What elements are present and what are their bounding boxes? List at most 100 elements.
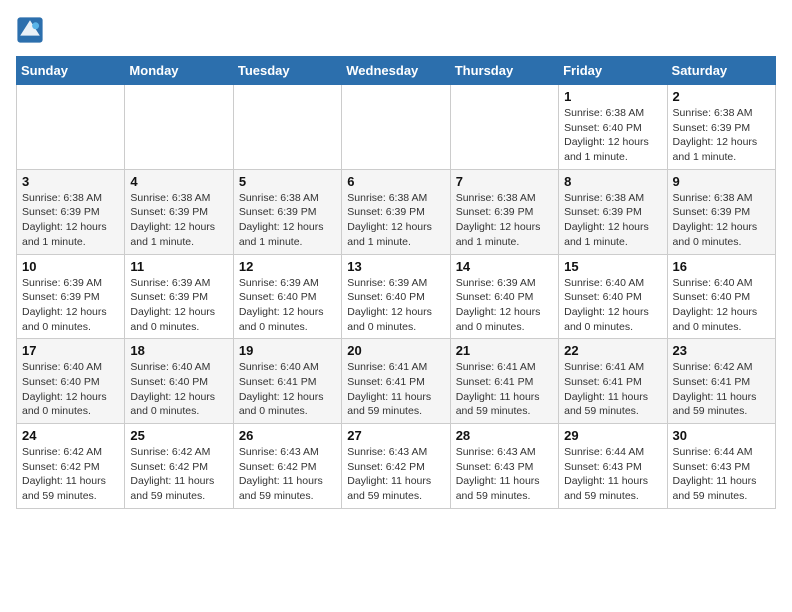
- calendar-cell: 23 Sunrise: 6:42 AM Sunset: 6:41 PM Dayli…: [667, 339, 775, 424]
- calendar-cell: 9 Sunrise: 6:38 AM Sunset: 6:39 PM Daylig…: [667, 169, 775, 254]
- day-number: 12: [239, 259, 336, 274]
- calendar-cell: 1 Sunrise: 6:38 AM Sunset: 6:40 PM Daylig…: [559, 85, 667, 170]
- calendar-cell: 27 Sunrise: 6:43 AM Sunset: 6:42 PM Dayli…: [342, 424, 450, 509]
- day-info: Sunrise: 6:38 AM Sunset: 6:39 PM Dayligh…: [564, 191, 661, 250]
- calendar-cell: 29 Sunrise: 6:44 AM Sunset: 6:43 PM Dayli…: [559, 424, 667, 509]
- day-number: 20: [347, 343, 444, 358]
- calendar-cell: 6 Sunrise: 6:38 AM Sunset: 6:39 PM Daylig…: [342, 169, 450, 254]
- calendar-week-row: 3 Sunrise: 6:38 AM Sunset: 6:39 PM Daylig…: [17, 169, 776, 254]
- day-info: Sunrise: 6:41 AM Sunset: 6:41 PM Dayligh…: [456, 360, 553, 419]
- calendar-cell: [17, 85, 125, 170]
- day-number: 27: [347, 428, 444, 443]
- day-number: 26: [239, 428, 336, 443]
- day-number: 9: [673, 174, 770, 189]
- day-info: Sunrise: 6:42 AM Sunset: 6:42 PM Dayligh…: [130, 445, 227, 504]
- calendar-cell: 24 Sunrise: 6:42 AM Sunset: 6:42 PM Dayli…: [17, 424, 125, 509]
- calendar-cell: [342, 85, 450, 170]
- day-number: 2: [673, 89, 770, 104]
- calendar-cell: 18 Sunrise: 6:40 AM Sunset: 6:40 PM Dayli…: [125, 339, 233, 424]
- weekday-header-monday: Monday: [125, 57, 233, 85]
- calendar-cell: 16Sunrise: 6:40 AM Sunset: 6:40 PM Dayli…: [667, 254, 775, 339]
- day-number: 22: [564, 343, 661, 358]
- day-number: 1: [564, 89, 661, 104]
- day-number: 30: [673, 428, 770, 443]
- calendar-cell: 25 Sunrise: 6:42 AM Sunset: 6:42 PM Dayli…: [125, 424, 233, 509]
- day-info: Sunrise: 6:43 AM Sunset: 6:42 PM Dayligh…: [347, 445, 444, 504]
- calendar-cell: 8 Sunrise: 6:38 AM Sunset: 6:39 PM Daylig…: [559, 169, 667, 254]
- day-info: Sunrise: 6:38 AM Sunset: 6:40 PM Dayligh…: [564, 106, 661, 165]
- day-number: 19: [239, 343, 336, 358]
- calendar-cell: 13 Sunrise: 6:39 AM Sunset: 6:40 PM Dayli…: [342, 254, 450, 339]
- calendar-cell: 28 Sunrise: 6:43 AM Sunset: 6:43 PM Dayli…: [450, 424, 558, 509]
- calendar-cell: [233, 85, 341, 170]
- day-info: Sunrise: 6:40 AM Sunset: 6:41 PM Dayligh…: [239, 360, 336, 419]
- calendar-cell: [125, 85, 233, 170]
- day-number: 17: [22, 343, 119, 358]
- day-info: Sunrise: 6:40 AM Sunset: 6:40 PM Dayligh…: [130, 360, 227, 419]
- calendar-cell: 10Sunrise: 6:39 AM Sunset: 6:39 PM Dayli…: [17, 254, 125, 339]
- day-number: 21: [456, 343, 553, 358]
- day-number: 24: [22, 428, 119, 443]
- day-info: Sunrise: 6:41 AM Sunset: 6:41 PM Dayligh…: [347, 360, 444, 419]
- logo-icon: [16, 16, 44, 44]
- calendar-cell: 20 Sunrise: 6:41 AM Sunset: 6:41 PM Dayli…: [342, 339, 450, 424]
- day-info: Sunrise: 6:38 AM Sunset: 6:39 PM Dayligh…: [673, 191, 770, 250]
- day-number: 7: [456, 174, 553, 189]
- weekday-header-saturday: Saturday: [667, 57, 775, 85]
- calendar-cell: 22 Sunrise: 6:41 AM Sunset: 6:41 PM Dayli…: [559, 339, 667, 424]
- weekday-header-sunday: Sunday: [17, 57, 125, 85]
- day-info: Sunrise: 6:40 AM Sunset: 6:40 PM Dayligh…: [673, 276, 770, 335]
- logo: [16, 16, 46, 44]
- day-number: 3: [22, 174, 119, 189]
- calendar-cell: 17Sunrise: 6:40 AM Sunset: 6:40 PM Dayli…: [17, 339, 125, 424]
- day-info: Sunrise: 6:39 AM Sunset: 6:40 PM Dayligh…: [239, 276, 336, 335]
- day-info: Sunrise: 6:38 AM Sunset: 6:39 PM Dayligh…: [673, 106, 770, 165]
- day-number: 18: [130, 343, 227, 358]
- calendar-cell: 5Sunrise: 6:38 AM Sunset: 6:39 PM Daylig…: [233, 169, 341, 254]
- calendar-cell: 4Sunrise: 6:38 AM Sunset: 6:39 PM Daylig…: [125, 169, 233, 254]
- day-number: 28: [456, 428, 553, 443]
- day-number: 29: [564, 428, 661, 443]
- page-header: [16, 16, 776, 44]
- calendar-week-row: 10Sunrise: 6:39 AM Sunset: 6:39 PM Dayli…: [17, 254, 776, 339]
- calendar-header-row: SundayMondayTuesdayWednesdayThursdayFrid…: [17, 57, 776, 85]
- calendar-cell: 12 Sunrise: 6:39 AM Sunset: 6:40 PM Dayli…: [233, 254, 341, 339]
- day-info: Sunrise: 6:40 AM Sunset: 6:40 PM Dayligh…: [564, 276, 661, 335]
- day-number: 8: [564, 174, 661, 189]
- day-info: Sunrise: 6:38 AM Sunset: 6:39 PM Dayligh…: [239, 191, 336, 250]
- day-info: Sunrise: 6:39 AM Sunset: 6:40 PM Dayligh…: [456, 276, 553, 335]
- day-info: Sunrise: 6:38 AM Sunset: 6:39 PM Dayligh…: [456, 191, 553, 250]
- day-info: Sunrise: 6:43 AM Sunset: 6:43 PM Dayligh…: [456, 445, 553, 504]
- day-info: Sunrise: 6:41 AM Sunset: 6:41 PM Dayligh…: [564, 360, 661, 419]
- calendar-cell: 11Sunrise: 6:39 AM Sunset: 6:39 PM Dayli…: [125, 254, 233, 339]
- day-info: Sunrise: 6:39 AM Sunset: 6:40 PM Dayligh…: [347, 276, 444, 335]
- day-info: Sunrise: 6:43 AM Sunset: 6:42 PM Dayligh…: [239, 445, 336, 504]
- calendar-table: SundayMondayTuesdayWednesdayThursdayFrid…: [16, 56, 776, 509]
- day-number: 14: [456, 259, 553, 274]
- day-info: Sunrise: 6:44 AM Sunset: 6:43 PM Dayligh…: [564, 445, 661, 504]
- day-info: Sunrise: 6:38 AM Sunset: 6:39 PM Dayligh…: [22, 191, 119, 250]
- day-info: Sunrise: 6:38 AM Sunset: 6:39 PM Dayligh…: [347, 191, 444, 250]
- day-info: Sunrise: 6:42 AM Sunset: 6:41 PM Dayligh…: [673, 360, 770, 419]
- day-number: 23: [673, 343, 770, 358]
- calendar-cell: 3 Sunrise: 6:38 AM Sunset: 6:39 PM Daylig…: [17, 169, 125, 254]
- calendar-cell: 15 Sunrise: 6:40 AM Sunset: 6:40 PM Dayli…: [559, 254, 667, 339]
- weekday-header-friday: Friday: [559, 57, 667, 85]
- day-number: 6: [347, 174, 444, 189]
- day-number: 25: [130, 428, 227, 443]
- calendar-week-row: 1 Sunrise: 6:38 AM Sunset: 6:40 PM Daylig…: [17, 85, 776, 170]
- calendar-cell: 14 Sunrise: 6:39 AM Sunset: 6:40 PM Dayli…: [450, 254, 558, 339]
- calendar-cell: [450, 85, 558, 170]
- calendar-week-row: 17 Sunrise: 6:40 AM Sunset: 6:40 PM Dayli…: [17, 339, 776, 424]
- weekday-header-thursday: Thursday: [450, 57, 558, 85]
- day-info: Sunrise: 6:39 AM Sunset: 6:39 PM Dayligh…: [22, 276, 119, 335]
- day-info: Sunrise: 6:38 AM Sunset: 6:39 PM Dayligh…: [130, 191, 227, 250]
- day-info: Sunrise: 6:39 AM Sunset: 6:39 PM Dayligh…: [130, 276, 227, 335]
- calendar-cell: 7 Sunrise: 6:38 AM Sunset: 6:39 PM Daylig…: [450, 169, 558, 254]
- day-info: Sunrise: 6:42 AM Sunset: 6:42 PM Dayligh…: [22, 445, 119, 504]
- calendar-week-row: 24 Sunrise: 6:42 AM Sunset: 6:42 PM Dayli…: [17, 424, 776, 509]
- day-number: 13: [347, 259, 444, 274]
- day-info: Sunrise: 6:44 AM Sunset: 6:43 PM Dayligh…: [673, 445, 770, 504]
- weekday-header-tuesday: Tuesday: [233, 57, 341, 85]
- day-number: 15: [564, 259, 661, 274]
